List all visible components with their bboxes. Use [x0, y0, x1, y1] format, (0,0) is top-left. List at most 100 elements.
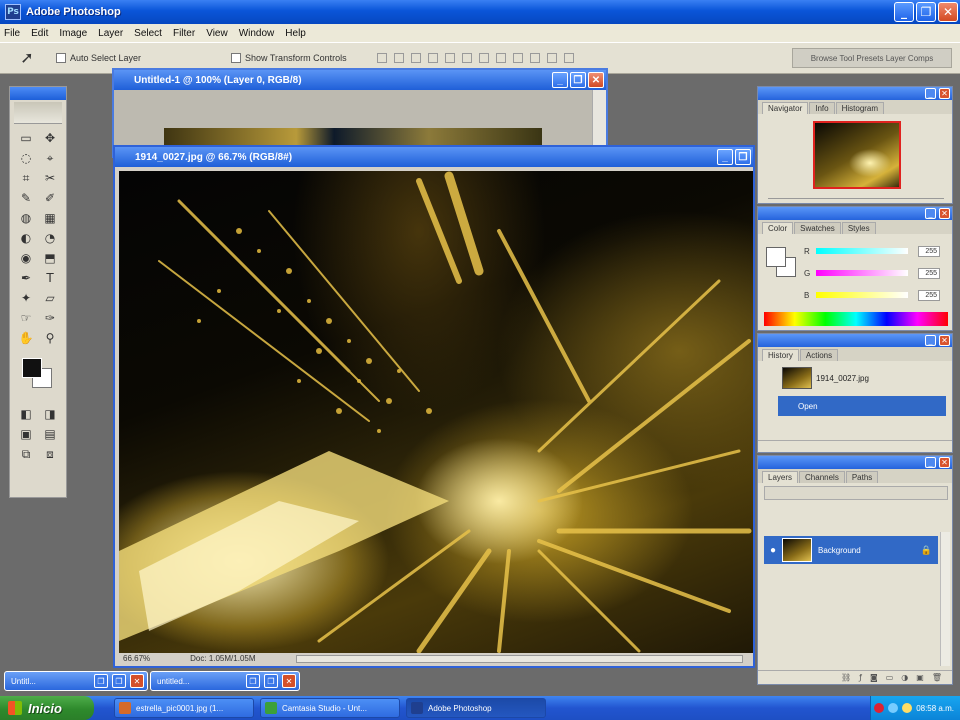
menu-filter[interactable]: Filter	[173, 28, 195, 39]
red-value[interactable]: 255	[918, 245, 940, 257]
lasso-tool-icon[interactable]: ◌	[16, 150, 36, 166]
new-group-icon[interactable]: ▭	[886, 673, 894, 682]
tab-layers[interactable]: Layers	[762, 471, 799, 483]
restore-button[interactable]: ❐	[916, 2, 936, 22]
adjustment-layer-icon[interactable]: ◑	[901, 673, 908, 682]
minimize-button[interactable]: _	[925, 208, 936, 219]
tab-history[interactable]: History	[762, 349, 799, 361]
panel-title-bar[interactable]: _ ✕	[758, 87, 952, 100]
distribute-top-icon[interactable]	[478, 53, 489, 63]
zoom-level[interactable]: 66.67%	[123, 654, 150, 663]
move-tool-icon[interactable]: ✥	[40, 130, 60, 146]
clock[interactable]: 08:58 a.m.	[916, 704, 954, 713]
align-center-icon[interactable]	[444, 53, 455, 63]
path-selection-tool-icon[interactable]: ✒	[16, 270, 36, 286]
menu-image[interactable]: Image	[59, 28, 87, 39]
close-button[interactable]: ✕	[939, 335, 950, 346]
menu-layer[interactable]: Layer	[98, 28, 123, 39]
tab-styles[interactable]: Styles	[841, 222, 876, 234]
tab-swatches[interactable]: Swatches	[794, 222, 841, 234]
navigator-thumbnail[interactable]	[813, 121, 901, 189]
distribute-right-icon[interactable]	[563, 53, 574, 63]
document-title-bar[interactable]: 1914_0027.jpg @ 66.7% (RGB/8#) _ ❐	[115, 147, 753, 167]
layer-mask-icon[interactable]: ◙	[870, 673, 878, 682]
show-transform-checkbox[interactable]	[231, 53, 242, 63]
tab-info[interactable]: Info	[809, 102, 835, 114]
restore-button[interactable]: ❐	[94, 674, 108, 688]
link-layers-icon[interactable]: ⛓	[841, 673, 851, 682]
shape-tool-icon[interactable]: ▱	[40, 290, 60, 306]
quick-mask-mode-icon[interactable]: ◨	[40, 406, 60, 422]
menu-view[interactable]: View	[206, 28, 228, 39]
palette-well[interactable]: Browse Tool Presets Layer Comps	[792, 48, 952, 68]
panel-title-bar[interactable]: _ ✕	[758, 334, 952, 347]
minimize-button[interactable]: _	[925, 457, 936, 468]
jump-to-imageready-icon[interactable]: ⧈	[40, 446, 60, 462]
layer-style-icon[interactable]: ƒ	[859, 673, 862, 682]
menu-file[interactable]: File	[4, 28, 20, 39]
auto-select-option[interactable]: Auto Select Layer	[56, 53, 141, 63]
restore-button[interactable]: ❐	[735, 149, 751, 165]
history-brush-tool-icon[interactable]: ▦	[40, 210, 60, 226]
horizontal-scrollbar[interactable]	[295, 654, 743, 663]
toolbox-title-bar[interactable]	[10, 87, 66, 100]
standard-mode-icon[interactable]: ◧	[16, 406, 36, 422]
auto-select-checkbox[interactable]	[56, 53, 66, 63]
restore-button[interactable]: ❐	[570, 72, 586, 88]
distribute-bottom-icon[interactable]	[512, 53, 523, 63]
history-snapshot[interactable]: 1914_0027.jpg	[766, 366, 946, 390]
healing-brush-tool-icon[interactable]: ✎	[16, 190, 36, 206]
panel-title-bar[interactable]: _ ✕	[758, 456, 952, 469]
blend-mode-select[interactable]	[764, 486, 948, 500]
minimize-button[interactable]: _	[894, 2, 914, 22]
close-button[interactable]: ✕	[939, 457, 950, 468]
menu-select[interactable]: Select	[134, 28, 162, 39]
brush-tool-icon[interactable]: ✐	[40, 190, 60, 206]
tab-paths[interactable]: Paths	[845, 471, 879, 483]
minimize-button[interactable]: _	[925, 335, 936, 346]
tray-network-icon[interactable]	[888, 703, 899, 713]
crop-tool-icon[interactable]: ⌗	[16, 170, 36, 186]
pen-tool-icon[interactable]: ✦	[16, 290, 36, 306]
blue-slider[interactable]	[816, 292, 908, 298]
minimize-button[interactable]: _	[552, 72, 568, 88]
align-left-icon[interactable]	[427, 53, 438, 63]
align-bottom-icon[interactable]	[410, 53, 421, 63]
align-top-icon[interactable]	[376, 53, 387, 63]
green-slider[interactable]	[816, 270, 908, 276]
close-button[interactable]: ✕	[938, 2, 958, 22]
eyedropper-tool-icon[interactable]: ✑	[40, 310, 60, 326]
color-spectrum-bar[interactable]	[764, 312, 948, 326]
vertical-scrollbar[interactable]	[940, 532, 950, 666]
app-title-bar[interactable]: Ps Adobe Photoshop _ ❐ ✕	[0, 0, 960, 24]
distribute-middle-icon[interactable]	[495, 53, 506, 63]
taskbar-item-image[interactable]: estrella_pic0001.jpg (1...	[114, 698, 254, 718]
show-transform-option[interactable]: Show Transform Controls	[231, 53, 347, 63]
doc-size[interactable]: Doc: 1.05M/1.05M	[190, 654, 255, 663]
distribute-left-icon[interactable]	[529, 53, 540, 63]
foreground-color-swatch[interactable]	[22, 358, 42, 378]
close-button[interactable]: ✕	[282, 674, 296, 688]
gradient-tool-icon[interactable]: ◔	[40, 230, 60, 246]
menu-window[interactable]: Window	[239, 28, 275, 39]
document-title-bar[interactable]: Untitled-1 @ 100% (Layer 0, RGB/8) _ ❐ ✕	[114, 70, 606, 90]
new-layer-icon[interactable]: ▣	[916, 673, 924, 682]
tab-channels[interactable]: Channels	[799, 471, 845, 483]
distribute-center-icon[interactable]	[546, 53, 557, 63]
dodge-tool-icon[interactable]: ⬒	[40, 250, 60, 266]
blue-value[interactable]: 255	[918, 289, 940, 301]
align-middle-icon[interactable]	[393, 53, 404, 63]
navigator-zoom-slider[interactable]	[768, 193, 944, 199]
close-button[interactable]: ✕	[939, 208, 950, 219]
red-slider[interactable]	[816, 248, 908, 254]
taskbar-item-camtasia[interactable]: Camtasia Studio - Unt...	[260, 698, 400, 718]
eye-icon[interactable]: ●	[764, 545, 782, 556]
taskbar-item-photoshop[interactable]: Adobe Photoshop	[406, 698, 546, 718]
tab-histogram[interactable]: Histogram	[835, 102, 885, 114]
notes-tool-icon[interactable]: ☞	[16, 310, 36, 326]
start-button[interactable]: Inicio	[0, 696, 94, 720]
minimized-window-2[interactable]: untitled... ❐ ❐ ✕	[150, 671, 300, 691]
panel-title-bar[interactable]: _ ✕	[758, 207, 952, 220]
toolbox-logo[interactable]	[14, 102, 62, 124]
maximize-button[interactable]: ❐	[112, 674, 126, 688]
